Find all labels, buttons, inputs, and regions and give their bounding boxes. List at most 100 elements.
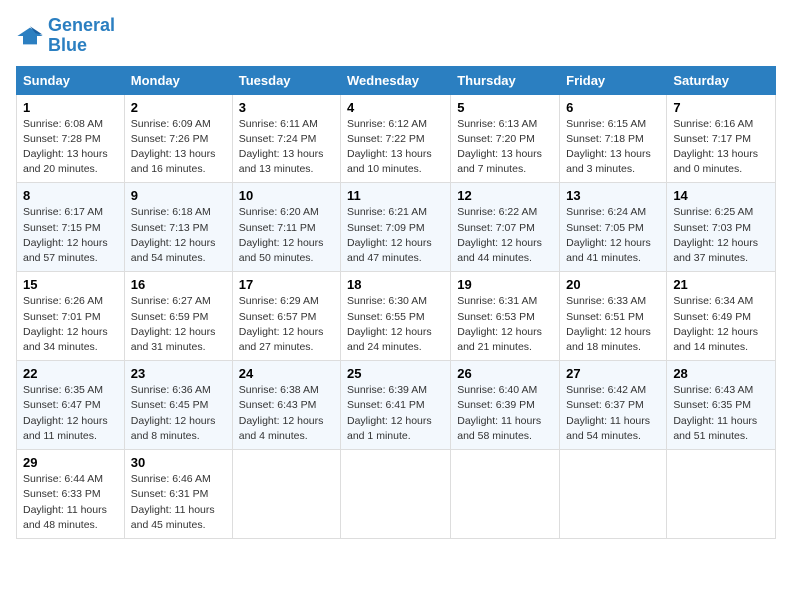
calendar-cell [451,450,560,539]
calendar-cell: 19 Sunrise: 6:31 AM Sunset: 6:53 PM Dayl… [451,272,560,361]
day-detail: Sunrise: 6:09 AM Sunset: 7:26 PM Dayligh… [131,117,226,178]
day-detail: Sunrise: 6:38 AM Sunset: 6:43 PM Dayligh… [239,383,334,444]
day-detail: Sunrise: 6:36 AM Sunset: 6:45 PM Dayligh… [131,383,226,444]
day-number: 24 [239,366,334,381]
calendar-cell: 23 Sunrise: 6:36 AM Sunset: 6:45 PM Dayl… [124,361,232,450]
day-number: 8 [23,188,118,203]
header-wednesday: Wednesday [341,66,451,94]
calendar-week-row: 22 Sunrise: 6:35 AM Sunset: 6:47 PM Dayl… [17,361,776,450]
calendar-cell: 8 Sunrise: 6:17 AM Sunset: 7:15 PM Dayli… [17,183,125,272]
calendar-cell: 13 Sunrise: 6:24 AM Sunset: 7:05 PM Dayl… [560,183,667,272]
calendar-week-row: 1 Sunrise: 6:08 AM Sunset: 7:28 PM Dayli… [17,94,776,183]
day-number: 11 [347,188,444,203]
day-number: 9 [131,188,226,203]
day-detail: Sunrise: 6:22 AM Sunset: 7:07 PM Dayligh… [457,205,553,266]
day-detail: Sunrise: 6:11 AM Sunset: 7:24 PM Dayligh… [239,117,334,178]
day-number: 10 [239,188,334,203]
day-detail: Sunrise: 6:17 AM Sunset: 7:15 PM Dayligh… [23,205,118,266]
day-number: 13 [566,188,660,203]
day-number: 22 [23,366,118,381]
page-header: GeneralBlue [16,16,776,56]
day-number: 23 [131,366,226,381]
calendar-cell: 25 Sunrise: 6:39 AM Sunset: 6:41 PM Dayl… [341,361,451,450]
day-number: 30 [131,455,226,470]
day-detail: Sunrise: 6:39 AM Sunset: 6:41 PM Dayligh… [347,383,444,444]
day-detail: Sunrise: 6:24 AM Sunset: 7:05 PM Dayligh… [566,205,660,266]
calendar-cell: 27 Sunrise: 6:42 AM Sunset: 6:37 PM Dayl… [560,361,667,450]
calendar-cell: 7 Sunrise: 6:16 AM Sunset: 7:17 PM Dayli… [667,94,776,183]
calendar-cell: 26 Sunrise: 6:40 AM Sunset: 6:39 PM Dayl… [451,361,560,450]
calendar-cell: 15 Sunrise: 6:26 AM Sunset: 7:01 PM Dayl… [17,272,125,361]
header-tuesday: Tuesday [232,66,340,94]
day-detail: Sunrise: 6:33 AM Sunset: 6:51 PM Dayligh… [566,294,660,355]
day-number: 6 [566,100,660,115]
calendar-cell: 6 Sunrise: 6:15 AM Sunset: 7:18 PM Dayli… [560,94,667,183]
day-number: 26 [457,366,553,381]
calendar-cell: 24 Sunrise: 6:38 AM Sunset: 6:43 PM Dayl… [232,361,340,450]
day-number: 7 [673,100,769,115]
calendar-cell: 2 Sunrise: 6:09 AM Sunset: 7:26 PM Dayli… [124,94,232,183]
logo-text: GeneralBlue [48,16,115,56]
calendar-cell [560,450,667,539]
calendar-cell: 16 Sunrise: 6:27 AM Sunset: 6:59 PM Dayl… [124,272,232,361]
day-detail: Sunrise: 6:25 AM Sunset: 7:03 PM Dayligh… [673,205,769,266]
day-number: 19 [457,277,553,292]
calendar-cell: 3 Sunrise: 6:11 AM Sunset: 7:24 PM Dayli… [232,94,340,183]
calendar-table: SundayMondayTuesdayWednesdayThursdayFrid… [16,66,776,539]
day-detail: Sunrise: 6:21 AM Sunset: 7:09 PM Dayligh… [347,205,444,266]
calendar-cell: 28 Sunrise: 6:43 AM Sunset: 6:35 PM Dayl… [667,361,776,450]
day-detail: Sunrise: 6:12 AM Sunset: 7:22 PM Dayligh… [347,117,444,178]
calendar-cell: 4 Sunrise: 6:12 AM Sunset: 7:22 PM Dayli… [341,94,451,183]
day-detail: Sunrise: 6:40 AM Sunset: 6:39 PM Dayligh… [457,383,553,444]
calendar-cell: 22 Sunrise: 6:35 AM Sunset: 6:47 PM Dayl… [17,361,125,450]
calendar-header-row: SundayMondayTuesdayWednesdayThursdayFrid… [17,66,776,94]
header-friday: Friday [560,66,667,94]
day-detail: Sunrise: 6:29 AM Sunset: 6:57 PM Dayligh… [239,294,334,355]
day-number: 28 [673,366,769,381]
day-detail: Sunrise: 6:16 AM Sunset: 7:17 PM Dayligh… [673,117,769,178]
calendar-cell: 9 Sunrise: 6:18 AM Sunset: 7:13 PM Dayli… [124,183,232,272]
calendar-cell: 14 Sunrise: 6:25 AM Sunset: 7:03 PM Dayl… [667,183,776,272]
calendar-cell: 30 Sunrise: 6:46 AM Sunset: 6:31 PM Dayl… [124,450,232,539]
calendar-cell: 17 Sunrise: 6:29 AM Sunset: 6:57 PM Dayl… [232,272,340,361]
day-detail: Sunrise: 6:31 AM Sunset: 6:53 PM Dayligh… [457,294,553,355]
calendar-week-row: 15 Sunrise: 6:26 AM Sunset: 7:01 PM Dayl… [17,272,776,361]
logo: GeneralBlue [16,16,115,56]
day-number: 21 [673,277,769,292]
day-detail: Sunrise: 6:26 AM Sunset: 7:01 PM Dayligh… [23,294,118,355]
header-saturday: Saturday [667,66,776,94]
day-number: 3 [239,100,334,115]
day-detail: Sunrise: 6:27 AM Sunset: 6:59 PM Dayligh… [131,294,226,355]
calendar-cell [667,450,776,539]
day-number: 2 [131,100,226,115]
day-number: 14 [673,188,769,203]
header-thursday: Thursday [451,66,560,94]
calendar-cell [341,450,451,539]
day-number: 12 [457,188,553,203]
day-detail: Sunrise: 6:13 AM Sunset: 7:20 PM Dayligh… [457,117,553,178]
day-number: 1 [23,100,118,115]
calendar-cell: 12 Sunrise: 6:22 AM Sunset: 7:07 PM Dayl… [451,183,560,272]
day-number: 25 [347,366,444,381]
day-number: 16 [131,277,226,292]
day-detail: Sunrise: 6:08 AM Sunset: 7:28 PM Dayligh… [23,117,118,178]
day-detail: Sunrise: 6:30 AM Sunset: 6:55 PM Dayligh… [347,294,444,355]
logo-icon [16,22,44,50]
day-detail: Sunrise: 6:42 AM Sunset: 6:37 PM Dayligh… [566,383,660,444]
day-detail: Sunrise: 6:15 AM Sunset: 7:18 PM Dayligh… [566,117,660,178]
calendar-cell: 5 Sunrise: 6:13 AM Sunset: 7:20 PM Dayli… [451,94,560,183]
calendar-cell: 10 Sunrise: 6:20 AM Sunset: 7:11 PM Dayl… [232,183,340,272]
calendar-week-row: 8 Sunrise: 6:17 AM Sunset: 7:15 PM Dayli… [17,183,776,272]
day-detail: Sunrise: 6:34 AM Sunset: 6:49 PM Dayligh… [673,294,769,355]
header-monday: Monday [124,66,232,94]
day-detail: Sunrise: 6:46 AM Sunset: 6:31 PM Dayligh… [131,472,226,533]
day-number: 15 [23,277,118,292]
day-detail: Sunrise: 6:44 AM Sunset: 6:33 PM Dayligh… [23,472,118,533]
day-number: 27 [566,366,660,381]
calendar-cell: 29 Sunrise: 6:44 AM Sunset: 6:33 PM Dayl… [17,450,125,539]
calendar-cell: 18 Sunrise: 6:30 AM Sunset: 6:55 PM Dayl… [341,272,451,361]
calendar-week-row: 29 Sunrise: 6:44 AM Sunset: 6:33 PM Dayl… [17,450,776,539]
day-number: 5 [457,100,553,115]
day-detail: Sunrise: 6:20 AM Sunset: 7:11 PM Dayligh… [239,205,334,266]
calendar-cell [232,450,340,539]
